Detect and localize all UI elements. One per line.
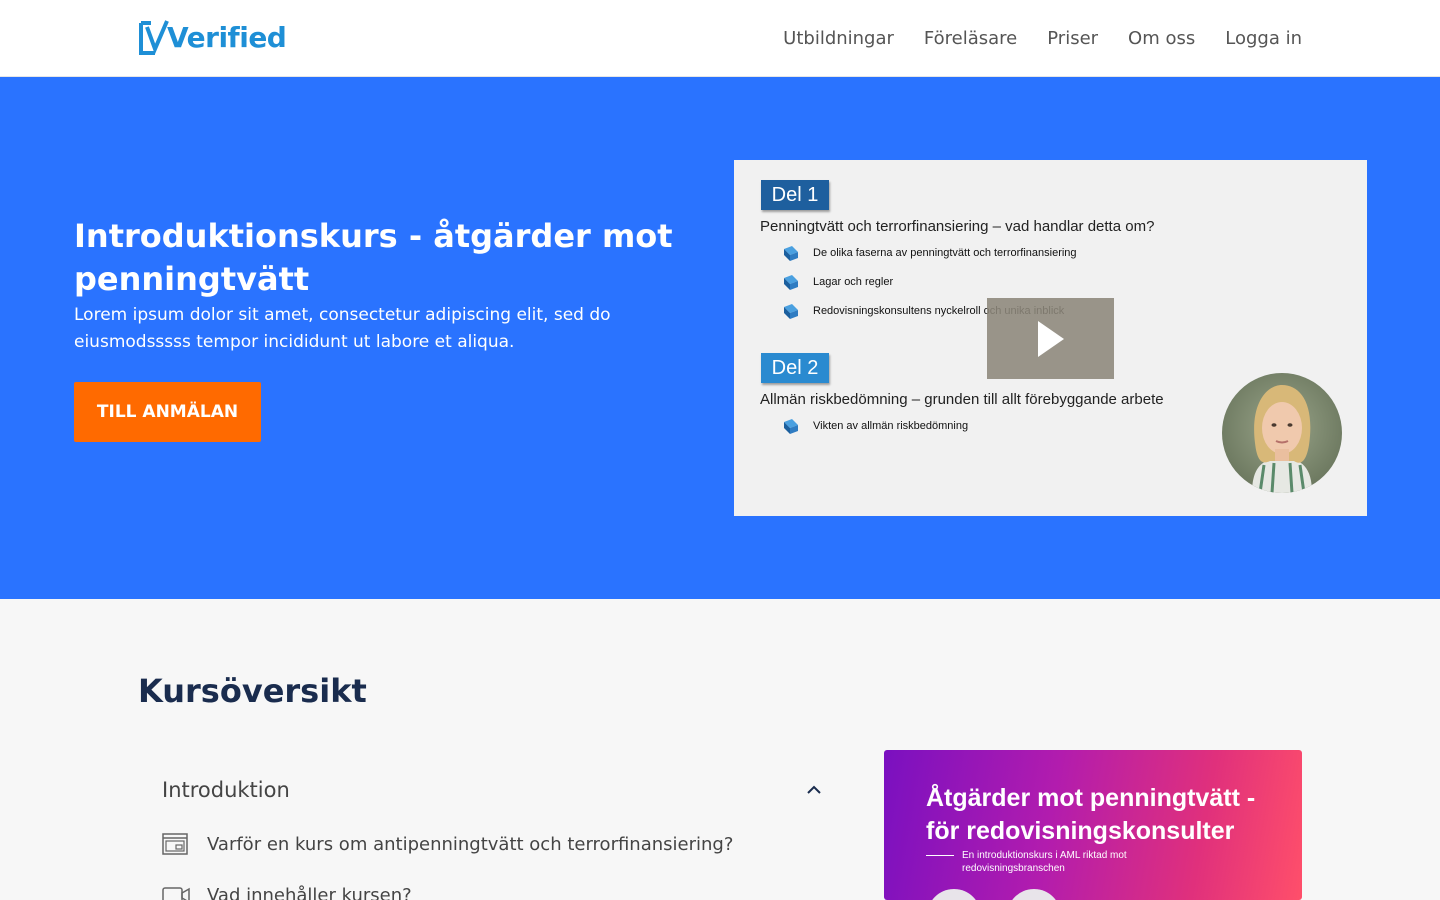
part1-badge: Del 1 — [761, 180, 829, 210]
nav-logga-in[interactable]: Logga in — [1225, 28, 1302, 49]
course-video[interactable]: Del 1 Penningtvätt och terrorfinansierin… — [734, 160, 1367, 516]
bullet-item: Lagar och regler — [782, 272, 893, 292]
main-nav: Utbildningar Föreläsare Priser Om oss Lo… — [783, 0, 1302, 76]
part2-badge: Del 2 — [761, 353, 829, 383]
lesson-item[interactable]: Vad innehåller kursen? — [162, 882, 412, 900]
video-camera-icon — [162, 883, 190, 900]
register-button[interactable]: TILL ANMÄLAN — [74, 382, 261, 442]
verified-logo[interactable]: Verified — [137, 17, 287, 57]
course-promo-card[interactable]: Åtgärder mot penningtvätt - för redovisn… — [884, 750, 1302, 900]
verified-logo-mark — [139, 20, 169, 55]
play-icon — [1037, 320, 1064, 357]
nav-forelasare[interactable]: Föreläsare — [924, 28, 1017, 49]
lesson-title: Vad innehåller kursen? — [207, 884, 412, 900]
cube-bullet-icon — [784, 275, 798, 290]
bullet-item: Vikten av allmän riskbedömning — [782, 416, 968, 436]
presenter-avatar — [1222, 373, 1342, 493]
promo-divider — [926, 855, 954, 856]
part1-heading: Penningtvätt och terrorfinansiering – va… — [760, 218, 1155, 235]
hero-title: Introduktionskurs - åtgärder mot penning… — [74, 217, 673, 298]
hero-description: Lorem ipsum dolor sit amet, consectetur … — [74, 305, 611, 352]
site-header: Verified Utbildningar Föreläsare Priser … — [0, 0, 1440, 77]
hero-section: Introduktionskurs - åtgärder mot penning… — [0, 77, 1440, 599]
slides-icon — [162, 832, 190, 856]
cube-bullet-icon — [784, 246, 798, 261]
lesson-item[interactable]: Varför en kurs om antipenningtvätt och t… — [162, 831, 733, 857]
nav-priser[interactable]: Priser — [1047, 28, 1098, 49]
chevron-up-icon — [807, 785, 821, 794]
promo-subtitle: En introduktionskurs i AML riktad mot re… — [962, 850, 1127, 874]
bullet-item: De olika faserna av penningtvätt och ter… — [782, 243, 1077, 263]
bullet-text: Vikten av allmän riskbedömning — [813, 420, 969, 432]
course-overview-title: Kursöversikt — [138, 672, 367, 710]
bullet-text: De olika faserna av penningtvätt och ter… — [813, 247, 1077, 259]
lesson-title: Varför en kurs om antipenningtvätt och t… — [207, 833, 734, 855]
section-title: Introduktion — [162, 778, 290, 802]
promo-title: Åtgärder mot penningtvätt - för redovisn… — [926, 784, 1256, 845]
promo-presenter-avatars — [932, 889, 1056, 900]
bullet-text: Lagar och regler — [813, 276, 894, 288]
presenter-portrait — [1252, 385, 1312, 493]
nav-om-oss[interactable]: Om oss — [1128, 28, 1195, 49]
nav-utbildningar[interactable]: Utbildningar — [783, 28, 894, 49]
play-button[interactable] — [987, 298, 1114, 379]
section-toggle-introduktion[interactable]: Introduktion — [162, 775, 822, 805]
logo-text: Verified — [167, 20, 287, 54]
part2-heading: Allmän riskbedömning – grunden till allt… — [760, 391, 1164, 408]
cube-bullet-icon — [784, 304, 798, 319]
cube-bullet-icon — [784, 419, 798, 434]
